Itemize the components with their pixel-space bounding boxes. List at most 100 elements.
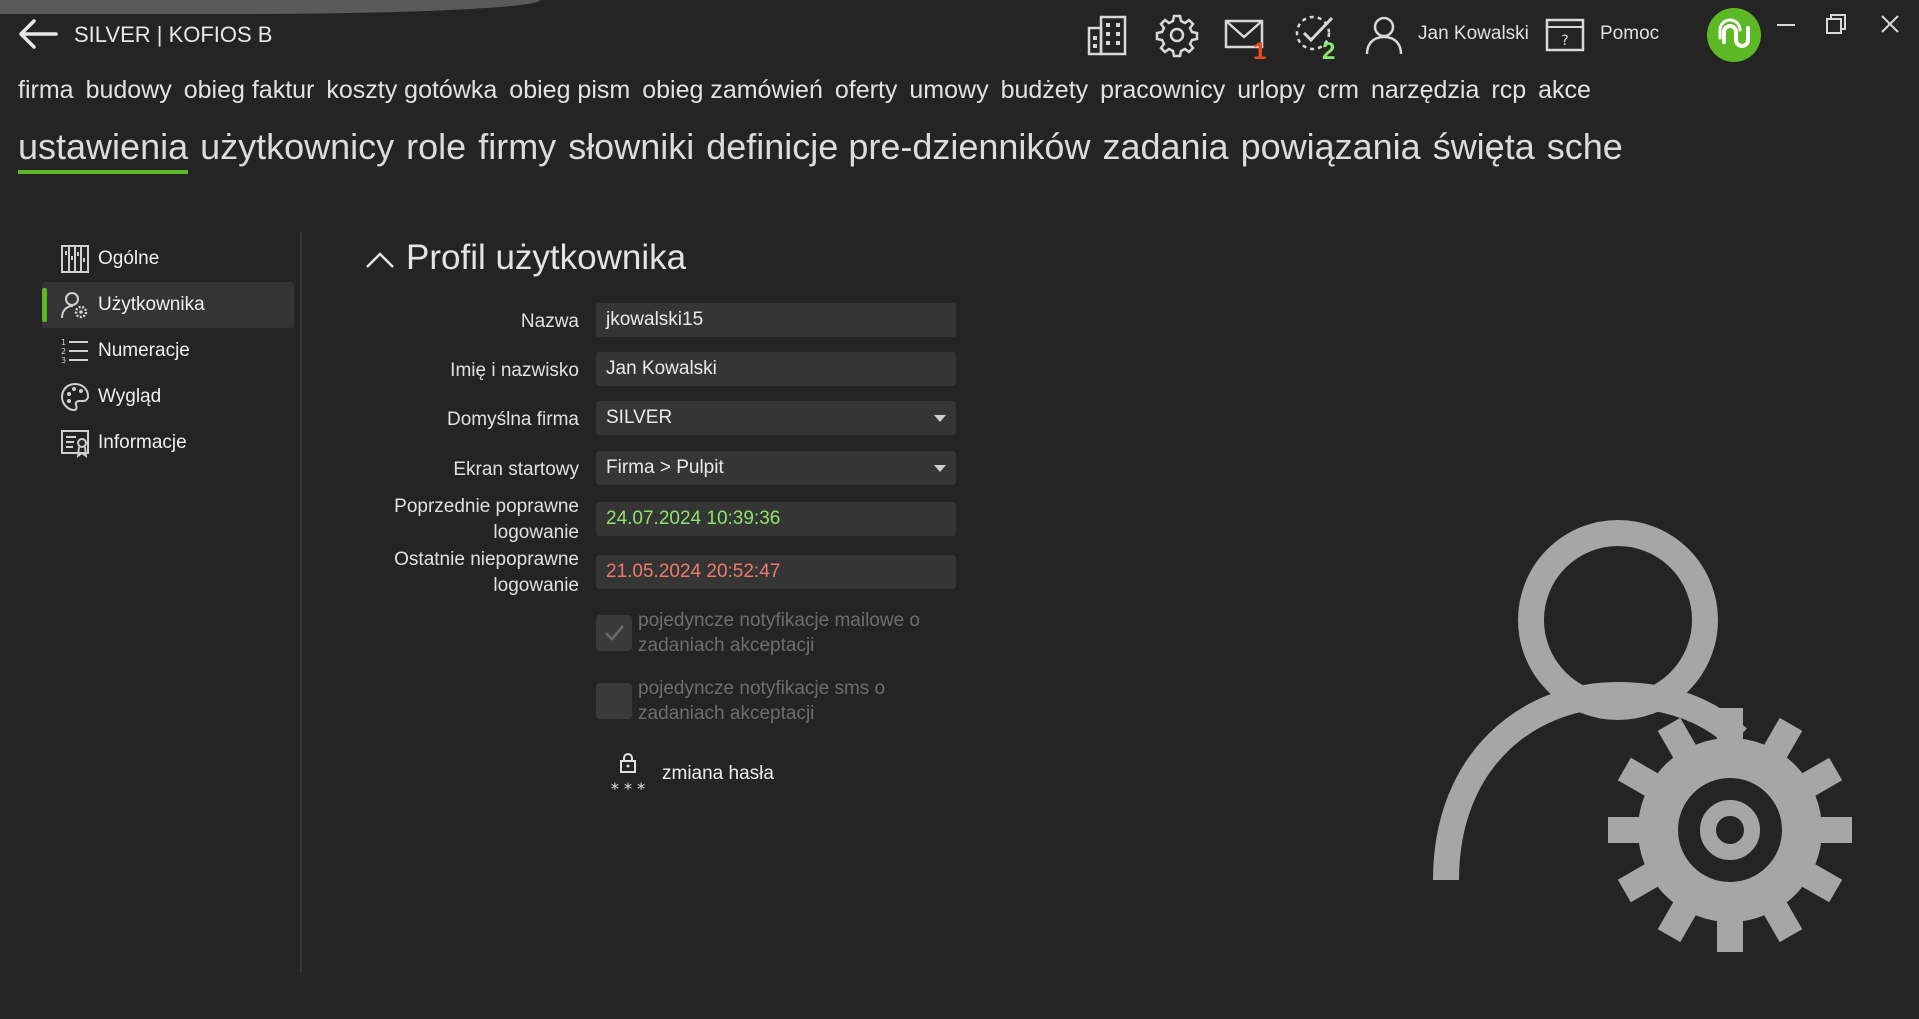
tab-role[interactable]: role	[406, 126, 466, 168]
tab-slowniki[interactable]: słowniki	[568, 126, 694, 168]
mail-notification-label-line1: pojedyncze notyfikacje mailowe o	[638, 610, 920, 631]
selection-indicator	[42, 288, 47, 322]
tab-powiazania[interactable]: powiązania	[1241, 126, 1421, 168]
app-logo	[1707, 8, 1761, 62]
fullname-field[interactable]: Jan Kowalski	[596, 352, 956, 386]
menu-item-umowy[interactable]: umowy	[909, 76, 988, 105]
menu-item-obieg-faktur[interactable]: obieg faktur	[184, 76, 315, 105]
login-label: Nazwa	[520, 311, 579, 332]
failed-login-label-line1: Ostatnie niepoprawne	[394, 549, 579, 570]
start-screen-select[interactable]: Firma > Pulpit	[596, 451, 956, 485]
sidebar-item-ogolne[interactable]: Ogólne	[42, 236, 294, 282]
sidebar-item-wyglad[interactable]: Wygląd	[42, 374, 294, 420]
svg-text:1: 1	[61, 338, 66, 347]
sms-notification-checkbox[interactable]	[596, 683, 632, 719]
close-icon	[1881, 15, 1899, 33]
messages-badge: 1	[1253, 38, 1267, 65]
menu-item-obieg-pism[interactable]: obieg pism	[509, 76, 630, 105]
svg-text:* * *: * * *	[611, 779, 645, 796]
profile-section-header[interactable]: Profil użytkownika	[364, 238, 686, 278]
default-company-select[interactable]: SILVER	[596, 401, 956, 435]
tab-swieta[interactable]: święta	[1433, 126, 1535, 168]
login-field[interactable]: jkowalski15	[596, 303, 956, 337]
settings-sidebar: Ogólne Użytkownika 1 2 3 Numeracje Wyglą…	[42, 236, 294, 466]
menu-item-koszty-gotowka[interactable]: koszty gotówka	[326, 76, 497, 105]
arrow-left-icon	[19, 19, 58, 49]
sidebar-item-numeracje[interactable]: 1 2 3 Numeracje	[42, 328, 294, 374]
tab-zadania[interactable]: zadania	[1102, 126, 1228, 168]
user-button[interactable]	[1362, 12, 1408, 58]
default-company-label: Domyślna firma	[447, 409, 579, 430]
tab-ustawienia[interactable]: ustawienia	[18, 126, 189, 174]
restore-button[interactable]	[1816, 10, 1852, 40]
tasks-badge: 2	[1322, 38, 1336, 65]
sidebar-item-uzytkownika[interactable]: Użytkownika	[42, 282, 294, 328]
help-window-icon: ?	[1545, 18, 1585, 52]
tab-definicje-pre-dziennikow[interactable]: definicje pre-dzienników	[706, 126, 1090, 168]
profile-section-title: Profil użytkownika	[406, 238, 687, 277]
previous-login-value: 24.07.2024 10:39:36	[596, 502, 956, 536]
sidebar-item-label: Użytkownika	[98, 294, 205, 315]
sms-notification-label-line2: zadaniach akceptacji	[638, 703, 815, 724]
tab-uzytkownicy[interactable]: użytkownicy	[200, 126, 394, 168]
close-button[interactable]	[1872, 10, 1908, 40]
top-bar: SILVER | KOFIOS B 1 2 Jan Kowalski ? Pom…	[0, 0, 1919, 68]
fullname-label: Imię i nazwisko	[450, 360, 579, 381]
minimize-button[interactable]	[1768, 10, 1804, 40]
change-password-button[interactable]: * * *	[606, 752, 650, 798]
minimize-icon	[1777, 24, 1795, 26]
mail-notification-label-line2: zadaniach akceptacji	[638, 635, 815, 656]
menu-item-narzedzia[interactable]: narzędzia	[1371, 76, 1479, 105]
menu-item-oferty[interactable]: oferty	[835, 76, 898, 105]
companies-button[interactable]	[1085, 12, 1131, 58]
building-icon	[1087, 15, 1127, 56]
restore-icon	[1826, 14, 1846, 34]
failed-login-label-line2: logowanie	[493, 575, 579, 596]
password-lock-icon: * * *	[611, 753, 645, 798]
numbered-list-icon: 1 2 3	[61, 338, 88, 365]
sms-notification-label: pojedyncze notyfikacje sms o zadaniach a…	[638, 676, 958, 726]
sidebar-item-label: Numeracje	[98, 340, 190, 361]
default-company-value: SILVER	[606, 407, 673, 428]
sidebar-item-label: Wygląd	[98, 386, 162, 407]
failed-login-value: 21.05.2024 20:52:47	[596, 555, 956, 589]
start-screen-value: Firma > Pulpit	[606, 457, 724, 478]
user-name[interactable]: Jan Kowalski	[1418, 23, 1529, 45]
previous-login-label: Poprzednie poprawne logowanie	[394, 494, 579, 546]
palette-icon	[60, 382, 90, 412]
menu-item-firma[interactable]: firma	[18, 76, 74, 105]
svg-text:3: 3	[61, 356, 66, 365]
previous-login-label-line1: Poprzednie poprawne	[394, 496, 579, 517]
sms-notification-label-line1: pojedyncze notyfikacje sms o	[638, 678, 886, 699]
settings-button[interactable]	[1154, 12, 1200, 58]
menu-item-obieg-zamowien[interactable]: obieg zamówień	[642, 76, 823, 105]
menu-item-budowy[interactable]: budowy	[86, 76, 172, 105]
dropdown-arrow-icon	[934, 465, 946, 472]
help-button[interactable]: ?	[1543, 12, 1589, 58]
info-card-icon	[61, 430, 89, 458]
start-screen-label: Ekran startowy	[453, 459, 579, 480]
change-password-label[interactable]: zmiana hasła	[662, 763, 774, 785]
chevron-up-icon	[366, 251, 394, 268]
help-label[interactable]: Pomoc	[1600, 23, 1659, 45]
svg-text:2: 2	[61, 347, 66, 356]
user-settings-illustration-icon	[1433, 520, 1852, 952]
sidebar-item-informacje[interactable]: Informacje	[42, 420, 294, 466]
failed-login-label: Ostatnie niepoprawne logowanie	[394, 547, 579, 599]
previous-login-label-line2: logowanie	[493, 522, 579, 543]
user-icon	[1365, 16, 1403, 55]
logo-icon	[1718, 18, 1750, 48]
menu-item-budzety[interactable]: budżety	[1001, 76, 1089, 105]
menu-item-rcp[interactable]: rcp	[1491, 76, 1526, 105]
back-button[interactable]	[16, 16, 60, 52]
top-accent-decoration	[0, 0, 540, 14]
gear-icon	[1155, 14, 1199, 58]
tab-firmy[interactable]: firmy	[478, 126, 556, 168]
menu-item-akce[interactable]: akce	[1538, 76, 1591, 105]
tab-schematy[interactable]: schematy a	[1547, 126, 1622, 168]
dropdown-arrow-icon	[934, 415, 946, 422]
mail-notification-checkbox[interactable]	[596, 615, 632, 651]
menu-item-crm[interactable]: crm	[1317, 76, 1359, 105]
menu-item-urlopy[interactable]: urlopy	[1237, 76, 1305, 105]
menu-item-pracownicy[interactable]: pracownicy	[1100, 76, 1225, 105]
